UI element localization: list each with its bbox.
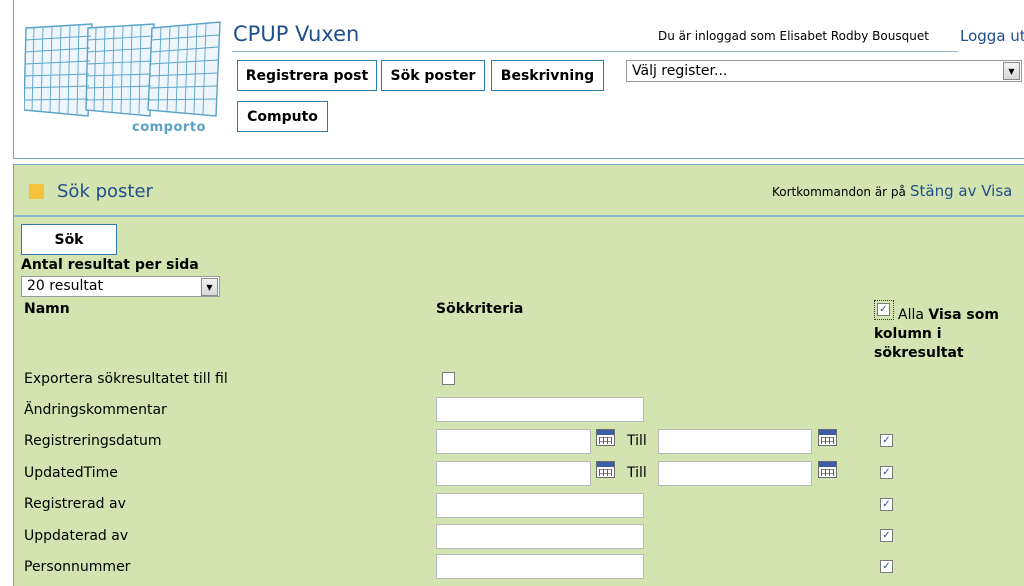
show-column-checkbox-registered-by[interactable]: ✓ xyxy=(880,498,893,511)
column-header-name: Namn xyxy=(24,301,70,317)
logo-text: comporto xyxy=(132,120,206,135)
calendar-icon[interactable] xyxy=(596,461,615,478)
row-label-registration-date: Registreringsdatum xyxy=(24,433,162,449)
show-column-checkbox-updated-by[interactable]: ✓ xyxy=(880,529,893,542)
header: comporto CPUP Vuxen Du är inloggad som E… xyxy=(13,0,1024,159)
search-panel: Sök poster Kortkommandon är på Stäng av … xyxy=(13,164,1024,586)
column-header-show: Alla Visa som kolumn i sökresultat xyxy=(874,306,1024,363)
logged-in-user: Du är inloggad som Elisabet Rodby Bousqu… xyxy=(658,29,929,43)
search-posts-button[interactable]: Sök poster xyxy=(381,60,485,91)
export-checkbox[interactable] xyxy=(442,372,455,385)
panel-header: Sök poster Kortkommandon är på Stäng av … xyxy=(14,165,1024,217)
updated-by-input[interactable] xyxy=(436,524,644,549)
description-button[interactable]: Beskrivning xyxy=(491,60,604,91)
results-per-page-select[interactable]: 20 resultat ▼ xyxy=(21,276,220,297)
updated-time-from-input[interactable] xyxy=(436,461,591,486)
results-per-page-label: Antal resultat per sida xyxy=(21,257,199,273)
title-divider xyxy=(232,51,958,52)
till-label: Till xyxy=(627,465,647,481)
logout-link[interactable]: Logga ut xyxy=(960,27,1024,45)
till-label: Till xyxy=(627,433,647,449)
show-as-column-label: Visa som kolumn i sökresultat xyxy=(874,307,999,361)
shortcut-toggle-link[interactable]: Stäng av Visa xyxy=(910,182,1012,200)
row-label-change-comment: Ändringskommentar xyxy=(24,402,167,418)
registered-by-input[interactable] xyxy=(436,493,644,518)
calendar-icon[interactable] xyxy=(596,429,615,446)
results-per-page-value: 20 resultat xyxy=(27,278,103,294)
column-header-criteria: Sökkriteria xyxy=(436,301,524,317)
updated-time-to-input[interactable] xyxy=(658,461,812,486)
row-label-personal-number: Personnummer xyxy=(24,559,131,575)
comporto-logo: comporto xyxy=(23,20,224,138)
chevron-down-icon[interactable]: ▼ xyxy=(201,278,218,296)
computo-button[interactable]: Computo xyxy=(237,101,328,132)
row-label-updated-time: UpdatedTime xyxy=(24,465,118,481)
logo-grid-icon xyxy=(23,21,221,117)
chevron-down-icon[interactable]: ▼ xyxy=(1003,62,1020,80)
shortcut-status: Kortkommandon är på xyxy=(772,185,906,199)
register-post-button[interactable]: Registrera post xyxy=(237,60,377,91)
all-label: Alla xyxy=(898,307,924,323)
personal-number-input[interactable] xyxy=(436,554,644,579)
registration-date-to-input[interactable] xyxy=(658,429,812,454)
row-label-updated-by: Uppdaterad av xyxy=(24,528,129,544)
section-marker-icon xyxy=(29,184,44,199)
calendar-icon[interactable] xyxy=(818,461,837,478)
app-title: CPUP Vuxen xyxy=(233,22,360,46)
change-comment-input[interactable] xyxy=(436,397,644,422)
search-button[interactable]: Sök xyxy=(21,224,117,255)
show-column-checkbox-personal-number[interactable]: ✓ xyxy=(880,560,893,573)
panel-title: Sök poster xyxy=(57,181,153,202)
show-column-checkbox-updated-time[interactable]: ✓ xyxy=(880,466,893,479)
row-label-export: Exportera sökresultatet till fil xyxy=(24,371,228,387)
register-select-value: Välj register... xyxy=(632,63,728,79)
show-column-checkbox-registration-date[interactable]: ✓ xyxy=(880,434,893,447)
calendar-icon[interactable] xyxy=(818,429,837,446)
register-select[interactable]: Välj register... ▼ xyxy=(626,60,1022,82)
registration-date-from-input[interactable] xyxy=(436,429,591,454)
row-label-registered-by: Registrerad av xyxy=(24,496,126,512)
